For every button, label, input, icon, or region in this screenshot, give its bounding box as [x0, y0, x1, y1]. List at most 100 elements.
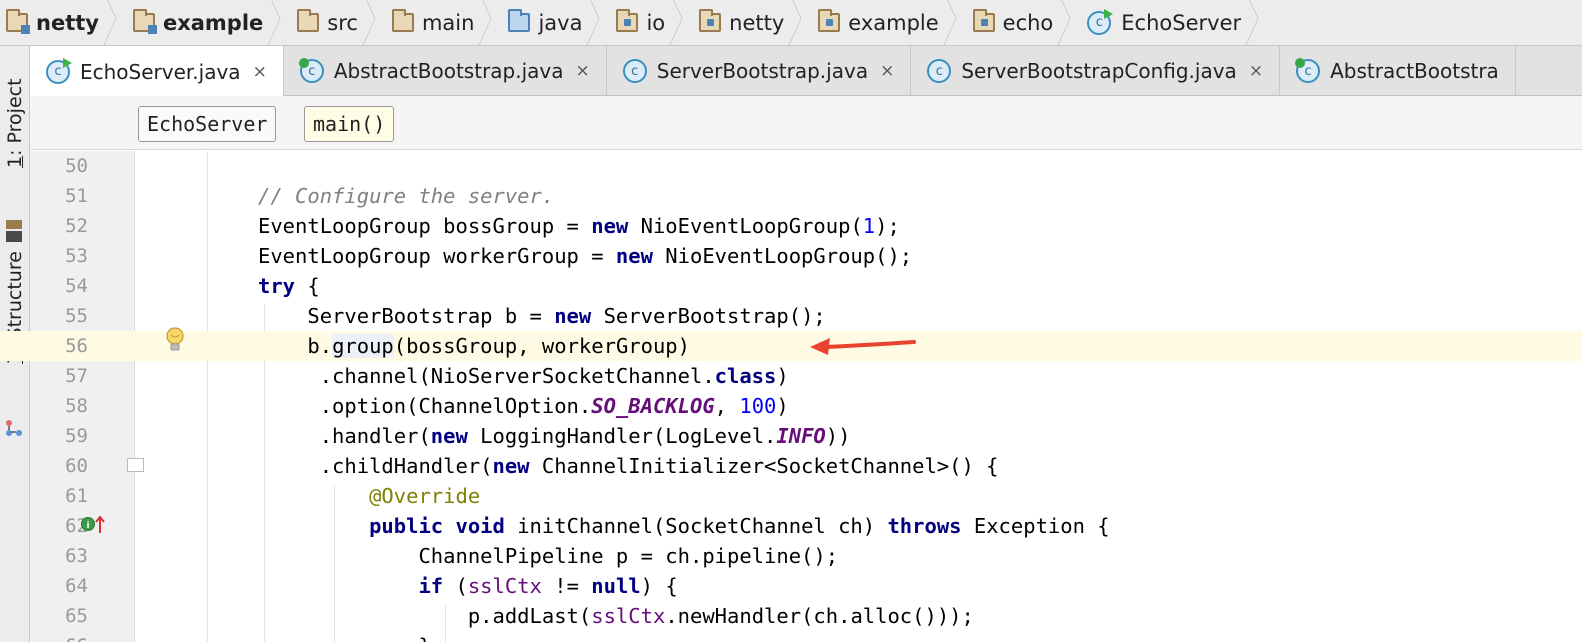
- structure-method-button[interactable]: main(): [304, 106, 395, 142]
- svg-text:i: i: [86, 521, 89, 531]
- java-class-icon: c: [622, 59, 647, 83]
- package-icon: [616, 9, 639, 32]
- breadcrumb-item[interactable]: netty: [0, 0, 125, 46]
- code-line[interactable]: 52 EventLoopGroup bossGroup = new NioEven…: [0, 211, 1582, 241]
- java-class-icon: c: [298, 58, 324, 83]
- breadcrumb-item[interactable]: echo: [965, 0, 1080, 46]
- breadcrumb-label: main: [421, 10, 475, 35]
- code-text[interactable]: }: [258, 631, 430, 642]
- line-number: 64: [65, 575, 88, 597]
- code-line[interactable]: 60 .childHandler(new ChannelInitializer<…: [0, 451, 1582, 481]
- package-icon: [699, 9, 722, 32]
- class-icon: c: [1087, 8, 1114, 35]
- line-number: 65: [65, 605, 88, 627]
- breadcrumb-item[interactable]: netty: [691, 0, 810, 46]
- tab-close-icon[interactable]: ×: [253, 62, 267, 82]
- code-line[interactable]: 66 }: [0, 631, 1582, 642]
- code-line[interactable]: 56 b.group(bossGroup, workerGroup): [0, 331, 1582, 361]
- tab-label: AbstractBootstrap.java: [333, 59, 564, 83]
- code-line[interactable]: 51 // Configure the server.: [0, 181, 1582, 211]
- editor-tab[interactable]: c ServerBootstrap.java ×: [607, 46, 912, 96]
- breadcrumb-item[interactable]: example: [125, 0, 289, 46]
- source-folder-icon: [508, 9, 531, 32]
- line-number: 60: [65, 455, 88, 477]
- breadcrumb-label: netty: [36, 10, 99, 35]
- tab-label: AbstractBootstra: [1330, 59, 1499, 83]
- breadcrumb-item[interactable]: main: [384, 0, 500, 46]
- code-line[interactable]: 53 EventLoopGroup workerGroup = new NioEv…: [0, 241, 1582, 271]
- breadcrumb-label: io: [646, 10, 666, 35]
- folder-icon: [297, 9, 320, 32]
- code-text[interactable]: public void initChannel(SocketChannel ch…: [258, 511, 1110, 541]
- module-folder-icon: [6, 9, 30, 34]
- line-number: 52: [65, 215, 88, 237]
- breadcrumb-label: echo: [1002, 10, 1054, 35]
- breadcrumb-item[interactable]: c EchoServer: [1079, 0, 1267, 46]
- intention-bulb-icon[interactable]: [165, 327, 185, 353]
- code-line[interactable]: 57 .channel(NioServerSocketChannel.class…: [0, 361, 1582, 391]
- editor-tab[interactable]: c AbstractBootstrap.java ×: [284, 46, 607, 96]
- code-line[interactable]: 55 ServerBootstrap b = new ServerBootstr…: [0, 301, 1582, 331]
- java-class-icon: c: [1295, 58, 1321, 83]
- tab-close-icon[interactable]: ×: [880, 61, 894, 81]
- code-line[interactable]: 61 @Override: [0, 481, 1582, 511]
- annotation-arrow-icon: [810, 338, 916, 355]
- breadcrumb-label: java: [538, 10, 583, 35]
- code-line[interactable]: 63 ChannelPipeline p = ch.pipeline();: [0, 541, 1582, 571]
- package-icon: [972, 9, 995, 32]
- code-line[interactable]: 59 .handler(new LoggingHandler(LogLevel.…: [0, 421, 1582, 451]
- breadcrumb-item[interactable]: src: [289, 0, 384, 46]
- code-line[interactable]: 64 if (sslCtx != null) {: [0, 571, 1582, 601]
- code-line[interactable]: 58 .option(ChannelOption.SO_BACKLOG, 100…: [0, 391, 1582, 421]
- fold-marker-icon[interactable]: [127, 458, 144, 472]
- breadcrumb-item[interactable]: example: [810, 0, 964, 46]
- code-line[interactable]: 65 p.addLast(sslCtx.newHandler(ch.alloc(…: [0, 601, 1582, 631]
- code-text[interactable]: .channel(NioServerSocketChannel.class): [258, 361, 789, 391]
- breadcrumb-item[interactable]: java: [500, 0, 608, 46]
- editor-tab[interactable]: c AbstractBootstra: [1280, 46, 1516, 96]
- code-text[interactable]: EventLoopGroup workerGroup = new NioEven…: [258, 241, 912, 271]
- code-text[interactable]: try {: [258, 271, 320, 301]
- structure-class-button[interactable]: EchoServer: [138, 106, 277, 142]
- code-text[interactable]: EventLoopGroup bossGroup = new NioEventL…: [258, 211, 900, 241]
- line-number: 66: [30, 631, 88, 642]
- code-text[interactable]: b.group(bossGroup, workerGroup): [258, 331, 690, 361]
- tab-close-icon[interactable]: ×: [1249, 61, 1263, 81]
- editor-tab[interactable]: c EchoServer.java ×: [30, 46, 284, 97]
- breadcrumb-label: example: [162, 10, 264, 35]
- line-number: 54: [65, 275, 88, 297]
- line-number: 53: [65, 245, 88, 267]
- tab-label: ServerBootstrapConfig.java: [961, 59, 1237, 83]
- package-icon: [818, 9, 841, 32]
- tab-label: ServerBootstrap.java: [656, 59, 869, 83]
- breadcrumb-item[interactable]: io: [608, 0, 691, 46]
- breadcrumb-label: src: [327, 10, 358, 35]
- code-text[interactable]: .option(ChannelOption.SO_BACKLOG, 100): [258, 391, 789, 421]
- structure-breadcrumb: EchoServer main(): [30, 96, 1582, 150]
- line-number: 59: [65, 425, 88, 447]
- code-text[interactable]: // Configure the server.: [258, 181, 554, 211]
- java-class-icon: c: [927, 59, 952, 83]
- line-number: 55: [65, 305, 88, 327]
- code-text[interactable]: ChannelPipeline p = ch.pipeline();: [258, 541, 838, 571]
- code-text[interactable]: p.addLast(sslCtx.newHandler(ch.alloc()))…: [258, 601, 974, 631]
- code-text[interactable]: ServerBootstrap b = new ServerBootstrap(…: [258, 301, 825, 331]
- editor-tabs: c EchoServer.java × c AbstractBootstrap.java…: [30, 46, 1582, 97]
- code-text[interactable]: .childHandler(new ChannelInitializer<Soc…: [258, 451, 999, 481]
- line-number: 50: [65, 155, 88, 177]
- tab-label: EchoServer.java: [80, 59, 241, 84]
- code-text[interactable]: .handler(new LoggingHandler(LogLevel.INF…: [258, 421, 851, 451]
- line-number: 56: [65, 335, 88, 357]
- line-number: 57: [65, 365, 88, 387]
- code-line[interactable]: 62 public void initChannel(SocketChannel…: [0, 511, 1582, 541]
- implements-method-icon[interactable]: i: [80, 513, 110, 535]
- editor-tab[interactable]: c ServerBootstrapConfig.java ×: [911, 46, 1281, 96]
- code-line[interactable]: 50: [0, 151, 1582, 181]
- line-number: 58: [65, 395, 88, 417]
- code-text[interactable]: @Override: [258, 481, 480, 511]
- code-line[interactable]: 54 try {: [0, 271, 1582, 301]
- breadcrumb-label: EchoServer: [1121, 10, 1242, 35]
- tab-close-icon[interactable]: ×: [576, 61, 590, 81]
- breadcrumb: netty example src main java io netty example ech…: [0, 0, 1582, 46]
- code-text[interactable]: if (sslCtx != null) {: [258, 571, 677, 601]
